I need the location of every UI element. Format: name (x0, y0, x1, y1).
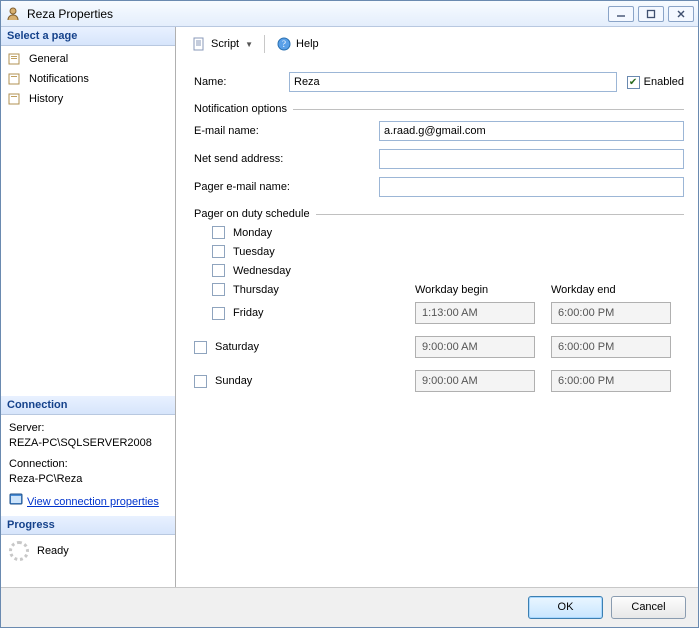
page-label: General (29, 53, 68, 65)
name-input[interactable] (289, 72, 617, 92)
saturday-begin-time[interactable]: ▲▼ (415, 336, 535, 358)
progress-spinner-icon (9, 541, 29, 561)
dialog-window: Reza Properties Select a page General (0, 0, 699, 628)
workday-end-header: Workday end (551, 284, 671, 296)
name-label: Name: (194, 76, 289, 88)
progress-status: Ready (37, 545, 69, 557)
script-button[interactable]: Script ▼ (188, 35, 256, 53)
script-icon (191, 36, 207, 52)
monday-label: Monday (233, 227, 415, 239)
close-button[interactable] (668, 6, 694, 22)
main-panel: Script ▼ ? Help Name: ✔ Enabled (176, 27, 698, 587)
weekday-end-time[interactable]: ▲▼ (551, 302, 671, 324)
script-label: Script (211, 38, 239, 50)
page-icon (7, 91, 23, 107)
select-page-header: Select a page (1, 27, 175, 46)
window-title: Reza Properties (27, 7, 608, 21)
enabled-label: Enabled (644, 76, 684, 88)
enabled-checkbox[interactable]: ✔ Enabled (627, 76, 684, 89)
page-item-history[interactable]: History (5, 89, 171, 109)
page-item-general[interactable]: General (5, 49, 171, 69)
help-icon: ? (276, 36, 292, 52)
thursday-label: Thursday (233, 284, 415, 296)
help-label: Help (296, 38, 319, 50)
pager-label: Pager e-mail name: (194, 181, 379, 193)
page-icon (7, 51, 23, 67)
pager-email-input[interactable] (379, 177, 684, 197)
page-label: History (29, 93, 63, 105)
help-button[interactable]: ? Help (273, 35, 322, 53)
pager-schedule-group: Pager on duty schedule Monday Tuesday (194, 208, 684, 392)
tuesday-checkbox[interactable] (212, 245, 225, 258)
saturday-end-time[interactable]: ▲▼ (551, 336, 671, 358)
pager-schedule-legend: Pager on duty schedule (194, 208, 316, 220)
page-item-notifications[interactable]: Notifications (5, 69, 171, 89)
connection-label: Connection: (9, 457, 167, 472)
wednesday-label: Wednesday (233, 265, 415, 277)
sunday-end-time[interactable]: ▲▼ (551, 370, 671, 392)
progress-header: Progress (1, 516, 175, 535)
sunday-begin-time[interactable]: ▲▼ (415, 370, 535, 392)
cancel-button[interactable]: Cancel (611, 596, 686, 619)
time-value[interactable] (552, 341, 699, 353)
server-label: Server: (9, 421, 167, 436)
friday-label: Friday (233, 307, 415, 319)
server-value: REZA-PC\SQLSERVER2008 (9, 436, 167, 451)
friday-checkbox[interactable] (212, 307, 225, 320)
app-icon (5, 6, 21, 22)
time-value[interactable] (416, 307, 570, 319)
sunday-checkbox[interactable] (194, 375, 207, 388)
tuesday-label: Tuesday (233, 246, 415, 258)
notification-options-group: Notification options E-mail name: Net se… (194, 103, 684, 197)
time-value[interactable] (552, 307, 699, 319)
title-bar: Reza Properties (1, 1, 698, 27)
netsend-label: Net send address: (194, 153, 379, 165)
time-value[interactable] (552, 375, 699, 387)
netsend-input[interactable] (379, 149, 684, 169)
page-label: Notifications (29, 73, 89, 85)
time-value[interactable] (416, 341, 570, 353)
connection-properties-icon (9, 493, 23, 512)
weekday-begin-time[interactable]: ▲▼ (415, 302, 535, 324)
email-label: E-mail name: (194, 125, 379, 137)
maximize-button[interactable] (638, 6, 664, 22)
sunday-label: Sunday (215, 375, 415, 387)
saturday-label: Saturday (215, 341, 415, 353)
dialog-footer: OK Cancel (1, 587, 698, 627)
thursday-checkbox[interactable] (212, 283, 225, 296)
svg-text:?: ? (282, 39, 286, 49)
notification-options-legend: Notification options (194, 103, 293, 115)
left-panel: Select a page General Notifications Hist… (1, 27, 176, 587)
wednesday-checkbox[interactable] (212, 264, 225, 277)
dropdown-icon: ▼ (245, 40, 253, 49)
saturday-checkbox[interactable] (194, 341, 207, 354)
email-input[interactable] (379, 121, 684, 141)
workday-begin-header: Workday begin (415, 284, 535, 296)
minimize-button[interactable] (608, 6, 634, 22)
connection-header: Connection (1, 396, 175, 415)
page-icon (7, 71, 23, 87)
ok-button[interactable]: OK (528, 596, 603, 619)
connection-value: Reza-PC\Reza (9, 472, 167, 487)
checkbox-icon: ✔ (627, 76, 640, 89)
view-connection-properties-link[interactable]: View connection properties (27, 495, 159, 510)
monday-checkbox[interactable] (212, 226, 225, 239)
time-value[interactable] (416, 375, 570, 387)
